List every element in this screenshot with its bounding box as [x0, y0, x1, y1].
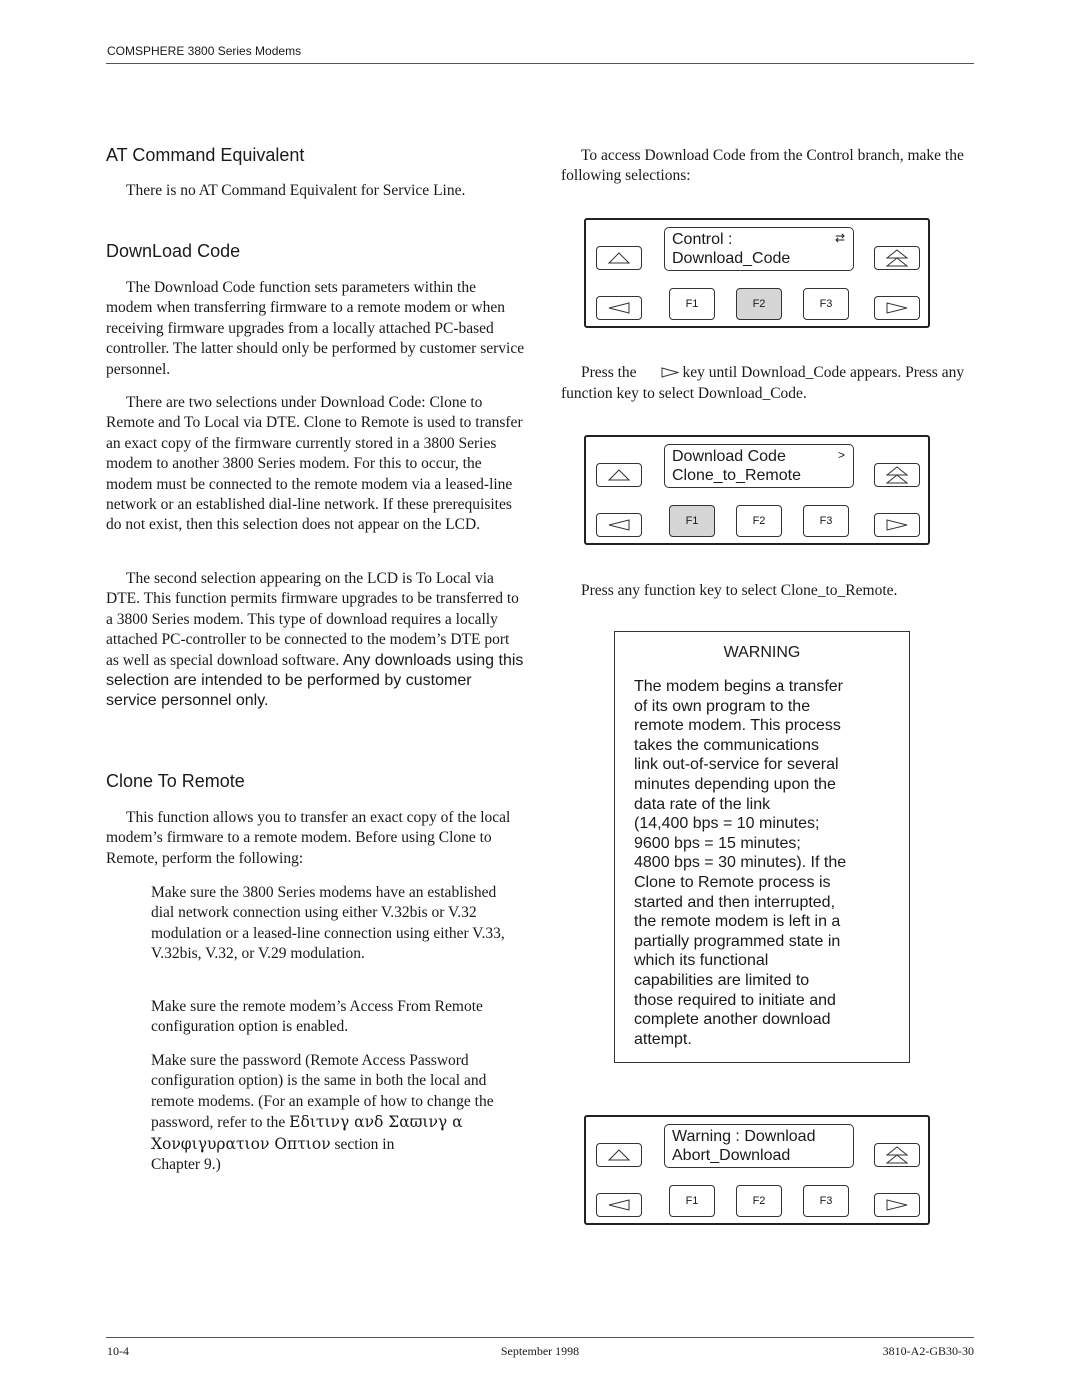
lcd-line-1: Download Code: [672, 448, 786, 465]
front-panel: Warning : Download Abort_Download F1 F2 F3: [584, 1115, 930, 1225]
right-intro: To access Download Code from the Control…: [561, 147, 964, 185]
download-code-para3: The second selection appearing on the LC…: [106, 569, 526, 712]
up-arrow-icon: [608, 469, 630, 481]
right-arrow-icon: [641, 364, 680, 384]
lcd-display: Control : Download_Code ⇄: [664, 227, 854, 271]
footer-rule: [106, 1337, 974, 1338]
left-arrow-button[interactable]: [596, 513, 642, 537]
running-header: COMSPHERE 3800 Series Modems: [107, 44, 302, 58]
left-arrow-button[interactable]: [596, 1193, 642, 1217]
function-key-f3[interactable]: F3: [803, 1185, 849, 1217]
step3-text-cont: section in: [330, 1135, 395, 1153]
function-key-f1[interactable]: F1: [669, 1185, 715, 1217]
left-arrow-icon: [608, 302, 630, 314]
right-arrow-icon: [886, 302, 908, 314]
heading-at-command: AT Command Equivalent: [106, 145, 305, 165]
doc-number: 3810-A2-GB30-30: [882, 1344, 974, 1358]
right-arrow-button[interactable]: [874, 513, 920, 537]
right-arrow-button[interactable]: [874, 1193, 920, 1217]
right-arrow-icon: [886, 519, 908, 531]
step-item: Make sure the remote modem’s Access From…: [151, 998, 483, 1036]
heading-download-code: DownLoad Code: [106, 241, 241, 261]
lcd-line-2: Clone_to_Remote: [672, 467, 801, 484]
up-arrow-icon: [608, 252, 630, 264]
lcd-indicator-icon: ⇄: [834, 231, 845, 245]
header-rule: [106, 63, 974, 64]
function-key-f2[interactable]: F2: [736, 1185, 782, 1217]
double-up-arrow-icon: [886, 466, 908, 484]
lcd-display: Warning : Download Abort_Download: [664, 1124, 854, 1168]
step-item: Make sure the password (Remote Access Pa…: [151, 1051, 521, 1175]
lcd-indicator-icon: >: [837, 448, 845, 462]
lcd-line-2: Abort_Download: [672, 1147, 791, 1164]
press-text: Press the: [581, 364, 637, 381]
press-any-key-instruction: Press any function key to select Clone_t…: [581, 582, 898, 599]
lcd-line-1: Warning : Download: [672, 1128, 816, 1145]
lcd-line-2: Download_Code: [672, 250, 791, 267]
warning-box: WARNING The modem begins a transfer of i…: [614, 631, 910, 1063]
download-code-para1: The Download Code function sets paramete…: [106, 279, 525, 378]
top-level-button[interactable]: [874, 1143, 920, 1167]
step3-chapter: Chapter 9.): [151, 1156, 221, 1174]
function-key-f3[interactable]: F3: [803, 288, 849, 320]
function-key-f2[interactable]: F2: [736, 288, 782, 320]
step-item: Make sure the 3800 Series modems have an…: [151, 884, 505, 963]
heading-clone-to-remote: Clone To Remote: [106, 771, 245, 791]
front-panel: Download Code Clone_to_Remote > F1 F2 F3: [584, 435, 930, 545]
left-arrow-icon: [608, 1199, 630, 1211]
top-level-button[interactable]: [874, 463, 920, 487]
up-arrow-button[interactable]: [596, 1143, 642, 1167]
function-key-f3[interactable]: F3: [803, 505, 849, 537]
lcd-line-1: Control :: [672, 231, 733, 248]
function-key-f2[interactable]: F2: [736, 505, 782, 537]
function-key-f1[interactable]: F1: [669, 505, 715, 537]
top-level-button[interactable]: [874, 246, 920, 270]
up-arrow-icon: [608, 1149, 630, 1161]
front-panel: Control : Download_Code ⇄ F1 F2 F3: [584, 218, 930, 328]
double-up-arrow-icon: [886, 1146, 908, 1164]
lcd-display: Download Code Clone_to_Remote >: [664, 444, 854, 488]
download-code-para2: There are two selections under Download …: [106, 394, 523, 534]
up-arrow-button[interactable]: [596, 246, 642, 270]
double-up-arrow-icon: [886, 249, 908, 267]
at-command-text: There is no AT Command Equivalent for Se…: [126, 182, 466, 199]
left-arrow-button[interactable]: [596, 296, 642, 320]
warning-body: The modem begins a transfer of its own p…: [634, 678, 847, 1048]
up-arrow-button[interactable]: [596, 463, 642, 487]
right-arrow-button[interactable]: [874, 296, 920, 320]
press-key-instruction: Press the key until Download_Code appears…: [561, 363, 981, 405]
function-key-f1[interactable]: F1: [669, 288, 715, 320]
warning-title: WARNING: [723, 644, 801, 661]
clone-intro: This function allows you to transfer an …: [106, 809, 511, 867]
right-arrow-icon: [886, 1199, 908, 1211]
left-arrow-icon: [608, 519, 630, 531]
